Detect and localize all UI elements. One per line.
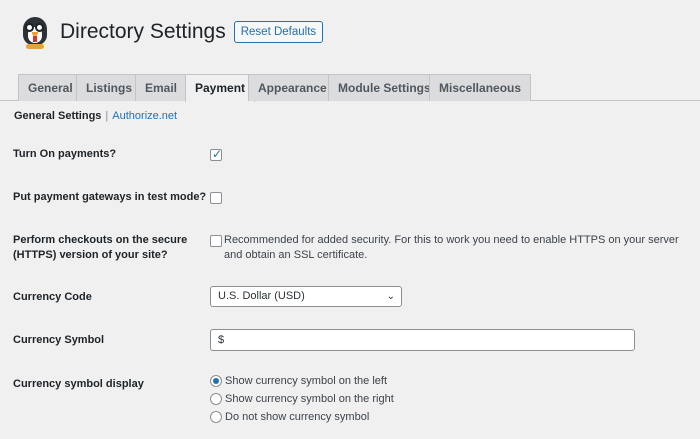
settings-page: Directory Settings Reset Defaults Genera… xyxy=(0,0,700,439)
currency-code-value: U.S. Dollar (USD) xyxy=(218,290,305,302)
tab-email[interactable]: Email xyxy=(135,74,188,101)
radio-option-right[interactable]: Show currency symbol on the right xyxy=(210,392,394,406)
radio-option-left[interactable]: Show currency symbol on the left xyxy=(210,374,387,388)
radio-label: Show currency symbol on the right xyxy=(225,393,394,405)
checkmark-icon: ✓ xyxy=(212,147,223,161)
tab-module-settings[interactable]: Module Settings xyxy=(328,74,441,101)
https-checkbox[interactable] xyxy=(210,235,222,247)
reset-defaults-button[interactable]: Reset Defaults xyxy=(233,21,324,43)
settings-tabs: General Listings Email Payment Appearanc… xyxy=(0,74,700,102)
subnav-current: General Settings xyxy=(14,110,102,122)
symbol-display-label: Currency symbol display xyxy=(13,378,144,390)
currency-symbol-label: Currency Symbol xyxy=(13,334,105,346)
radio-option-none[interactable]: Do not show currency symbol xyxy=(210,410,369,424)
radio-label: Show currency symbol on the left xyxy=(225,375,388,387)
radio-button[interactable] xyxy=(210,411,222,423)
subnav-link-authorize-net[interactable]: Authorize.net xyxy=(112,110,177,122)
https-label-line-2: (HTTPS) version of your site? xyxy=(13,249,168,261)
tab-appearance[interactable]: Appearance xyxy=(248,74,337,101)
https-label: Perform checkouts on the secure (HTTPS) … xyxy=(13,233,187,263)
tab-payment[interactable]: Payment xyxy=(185,74,256,102)
radio-button[interactable] xyxy=(210,375,222,387)
chevron-down-icon: ⌄ xyxy=(386,291,395,302)
currency-symbol-input[interactable]: $ xyxy=(210,329,635,351)
testmode-label: Put payment gateways in test mode? xyxy=(13,191,207,203)
radio-button[interactable] xyxy=(210,393,222,405)
subnav-separator: | xyxy=(105,110,109,122)
tab-general[interactable]: General xyxy=(18,74,83,101)
payments-label: Turn On payments? xyxy=(13,148,117,160)
page-title: Directory Settings xyxy=(60,20,226,43)
tab-miscellaneous[interactable]: Miscellaneous xyxy=(429,74,532,101)
tab-listings[interactable]: Listings xyxy=(76,74,143,101)
https-description: Recommended for added security. For this… xyxy=(224,234,679,261)
sub-navigation: General Settings | Authorize.net xyxy=(14,110,177,123)
https-label-line-1: Perform checkouts on the secure xyxy=(13,234,188,246)
currency-code-label: Currency Code xyxy=(13,291,92,303)
currency-code-select[interactable]: U.S. Dollar (USD) ⌄ xyxy=(210,286,402,307)
radio-label: Do not show currency symbol xyxy=(225,411,370,423)
testmode-checkbox[interactable] xyxy=(210,192,222,204)
penguin-mascot-icon xyxy=(18,13,52,51)
payments-checkbox[interactable]: ✓ xyxy=(210,147,223,161)
page-header: Directory Settings Reset Defaults xyxy=(18,12,324,52)
